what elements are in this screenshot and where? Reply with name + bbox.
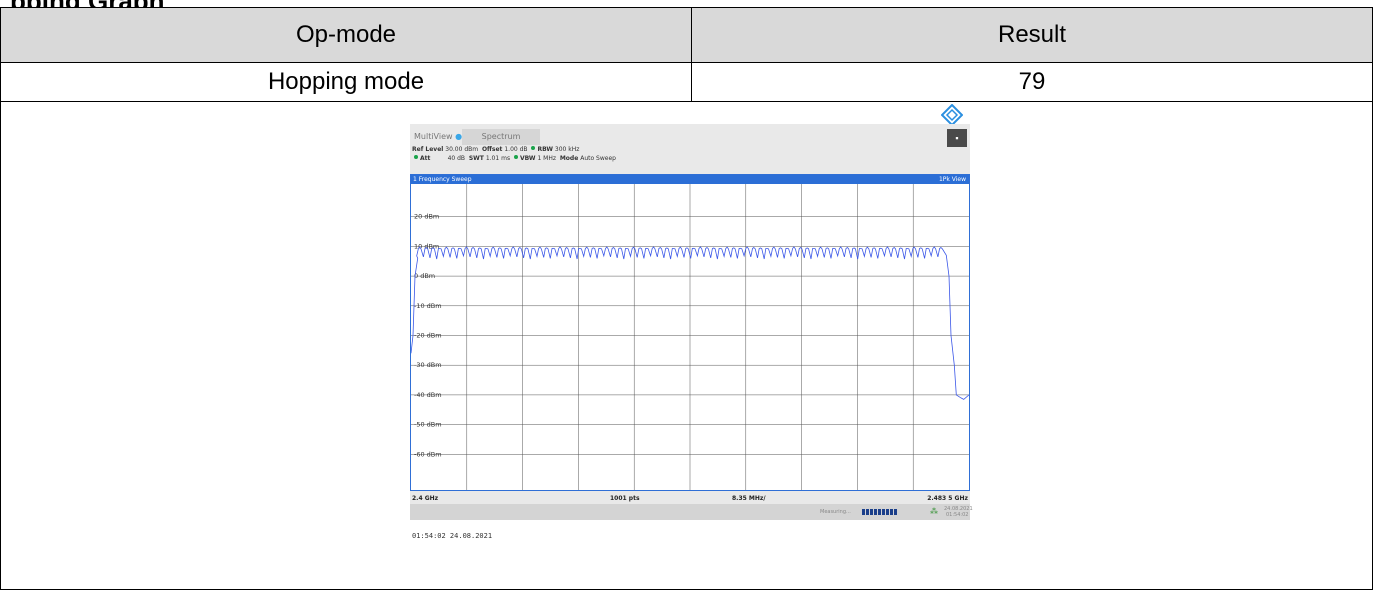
- ref-level-value: 30.00 dBm: [445, 146, 479, 153]
- points-label: 1001 pts: [610, 495, 640, 502]
- spectrum-analyzer-screen: MultiView ● Spectrum ▪ Ref Level 30.00 d…: [410, 124, 973, 520]
- offset-value: 1.00 dB: [504, 146, 528, 153]
- rbw-label: RBW: [537, 146, 553, 153]
- att-value: 40 dB: [447, 155, 466, 162]
- y-tick-label: -30 dBm: [414, 361, 442, 369]
- y-tick-label: -60 dBm: [414, 450, 442, 458]
- y-tick-label: -10 dBm: [414, 302, 442, 310]
- mode-value: Auto Sweep: [580, 155, 616, 162]
- mode-label: Mode: [559, 155, 579, 162]
- ref-level-label: Ref Level: [412, 146, 444, 153]
- header-result: Result: [691, 7, 1373, 63]
- table-header-row: Op-mode Result: [0, 7, 1373, 63]
- params-line-1: Ref Level 30.00 dBm Offset 1.00 dB RBW 3…: [412, 146, 579, 153]
- panel-title-bar: 1 Frequency Sweep 1Pk View: [411, 175, 969, 184]
- measuring-text: Measuring...: [820, 509, 851, 515]
- network-icon: ⁂: [930, 507, 938, 516]
- cell-op-mode: Hopping mode: [0, 62, 692, 102]
- y-tick-label: 20 dBm: [414, 213, 439, 221]
- status-bar: Measuring... ⁂ 24.08.2021 01:54:02: [410, 504, 973, 520]
- square-icon[interactable]: ▪: [947, 129, 967, 147]
- y-tick-label: -40 dBm: [414, 391, 442, 399]
- offset-label: Offset: [481, 146, 503, 153]
- status-time: 01:54:02: [946, 512, 969, 518]
- analyzer-tab-bar: MultiView ● Spectrum: [410, 129, 950, 145]
- params-line-2: Att 40 dB SWT 1.01 ms VBW 1 MHz Mode Aut…: [412, 155, 616, 162]
- y-tick-label: 10 dBm: [414, 242, 439, 250]
- span-per-div-label: 8.35 MHz/: [732, 495, 766, 502]
- y-tick-label: -20 dBm: [414, 332, 442, 340]
- vbw-value: 1 MHz: [537, 155, 556, 162]
- cell-result: 79: [691, 62, 1373, 102]
- status-dot-icon: [414, 155, 418, 159]
- capture-timestamp: 01:54:02 24.08.2021: [412, 532, 493, 540]
- tab-multiview-label: MultiView: [414, 132, 453, 141]
- panel-title: 1 Frequency Sweep: [413, 176, 472, 183]
- tab-multiview[interactable]: MultiView ●: [410, 129, 467, 145]
- header-op-mode: Op-mode: [0, 7, 692, 63]
- table-row: Hopping mode 79: [0, 62, 1373, 102]
- vbw-label: VBW: [520, 155, 536, 162]
- progress-bar: [862, 509, 898, 515]
- spectrum-plot: 20 dBm 10 dBm 0 dBm -10 dBm -20 dBm -30 dBm -4…: [411, 184, 969, 490]
- screenshot-row: MultiView ● Spectrum ▪ Ref Level 30.00 d…: [0, 101, 1373, 590]
- swt-value: 1.01 ms: [485, 155, 511, 162]
- frequency-sweep-panel: 1 Frequency Sweep 1Pk View 20 dBm 10 dBm 0…: [410, 174, 970, 491]
- y-tick-label: -50 dBm: [414, 421, 442, 429]
- status-dot-icon: [514, 155, 518, 159]
- tab-spectrum[interactable]: Spectrum: [462, 129, 540, 145]
- screenshot-cell: MultiView ● Spectrum ▪ Ref Level 30.00 d…: [0, 101, 1373, 590]
- x-end-label: 2.483 5 GHz: [927, 495, 968, 502]
- rbw-value: 300 kHz: [554, 146, 580, 153]
- y-tick-label: 0 dBm: [414, 272, 435, 280]
- att-label: Att: [420, 155, 431, 162]
- rohde-schwarz-logo-icon: [941, 104, 963, 126]
- panel-view-label: 1Pk View: [938, 176, 966, 183]
- plot-grid: [411, 184, 969, 490]
- x-axis-footer: 2.4 GHz 1001 pts 8.35 MHz/ 2.483 5 GHz: [412, 495, 968, 502]
- status-dot-icon: [531, 146, 536, 150]
- result-table: Op-mode Result Hopping mode 79 MultiView…: [0, 7, 1373, 590]
- x-start-label: 2.4 GHz: [412, 495, 439, 502]
- swt-label: SWT: [468, 155, 484, 162]
